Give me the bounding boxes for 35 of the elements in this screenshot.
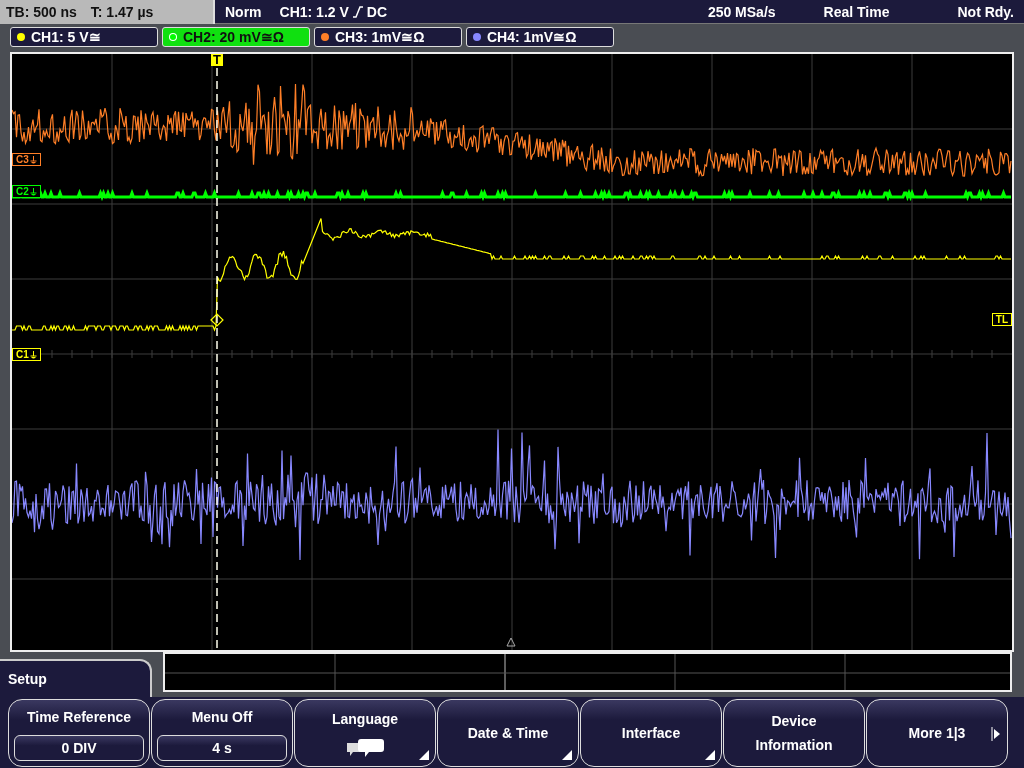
trigger-time-label: T: 1.47 µs xyxy=(90,4,154,20)
channel-marker[interactable]: C1 xyxy=(12,348,41,361)
sample-rate-label: 250 MSa/s xyxy=(707,3,776,20)
trigger-point-icon xyxy=(210,313,224,327)
channel-marker[interactable]: C2 xyxy=(12,185,41,198)
channel-marker[interactable]: C3 xyxy=(12,153,41,166)
rising-edge-icon xyxy=(351,5,364,18)
next-arrow-icon xyxy=(991,727,1001,741)
timebase-label: TB: 500 ns xyxy=(6,4,77,20)
menu-title: Setup xyxy=(0,659,152,697)
ground-icon xyxy=(29,155,37,164)
channel-tab[interactable]: CH1: 5 V≅ xyxy=(10,27,158,47)
softkey-button[interactable]: Menu Off 4 s xyxy=(151,699,293,767)
trigger-level-marker: TL xyxy=(991,313,1012,326)
status-label: Not Rdy. xyxy=(957,3,1014,20)
time-reference-icon xyxy=(506,637,516,647)
softkey-button[interactable]: Date & Time xyxy=(437,699,579,767)
trigger-mode-label: Norm xyxy=(225,3,262,20)
acquisition-mode-label: Real Time xyxy=(823,3,890,20)
trigger-marker: T xyxy=(211,54,223,66)
speech-bubbles-icon xyxy=(345,737,385,759)
channel-tab[interactable]: CH3: 1mV≅Ω xyxy=(314,27,462,47)
value-field[interactable]: 4 s xyxy=(157,735,287,761)
softkey-button[interactable]: Language xyxy=(294,699,436,767)
trigger-coupling-label: DC xyxy=(366,3,388,20)
value-field[interactable]: 0 DIV xyxy=(14,735,144,761)
ground-icon xyxy=(29,350,37,359)
softkey-button[interactable]: More 1|3 xyxy=(866,699,1008,767)
channel-tab[interactable]: CH2: 20 mV≅Ω xyxy=(162,27,310,47)
trigger-source-label: CH1: 1.2 V xyxy=(279,3,349,20)
softkey-button[interactable]: Time Reference 0 DIV xyxy=(8,699,150,767)
softkey-button[interactable]: Interface xyxy=(580,699,722,767)
softkey-button[interactable]: Device Information xyxy=(723,699,865,767)
ground-icon xyxy=(29,187,37,196)
channel-tab[interactable]: CH4: 1mV≅Ω xyxy=(466,27,614,47)
